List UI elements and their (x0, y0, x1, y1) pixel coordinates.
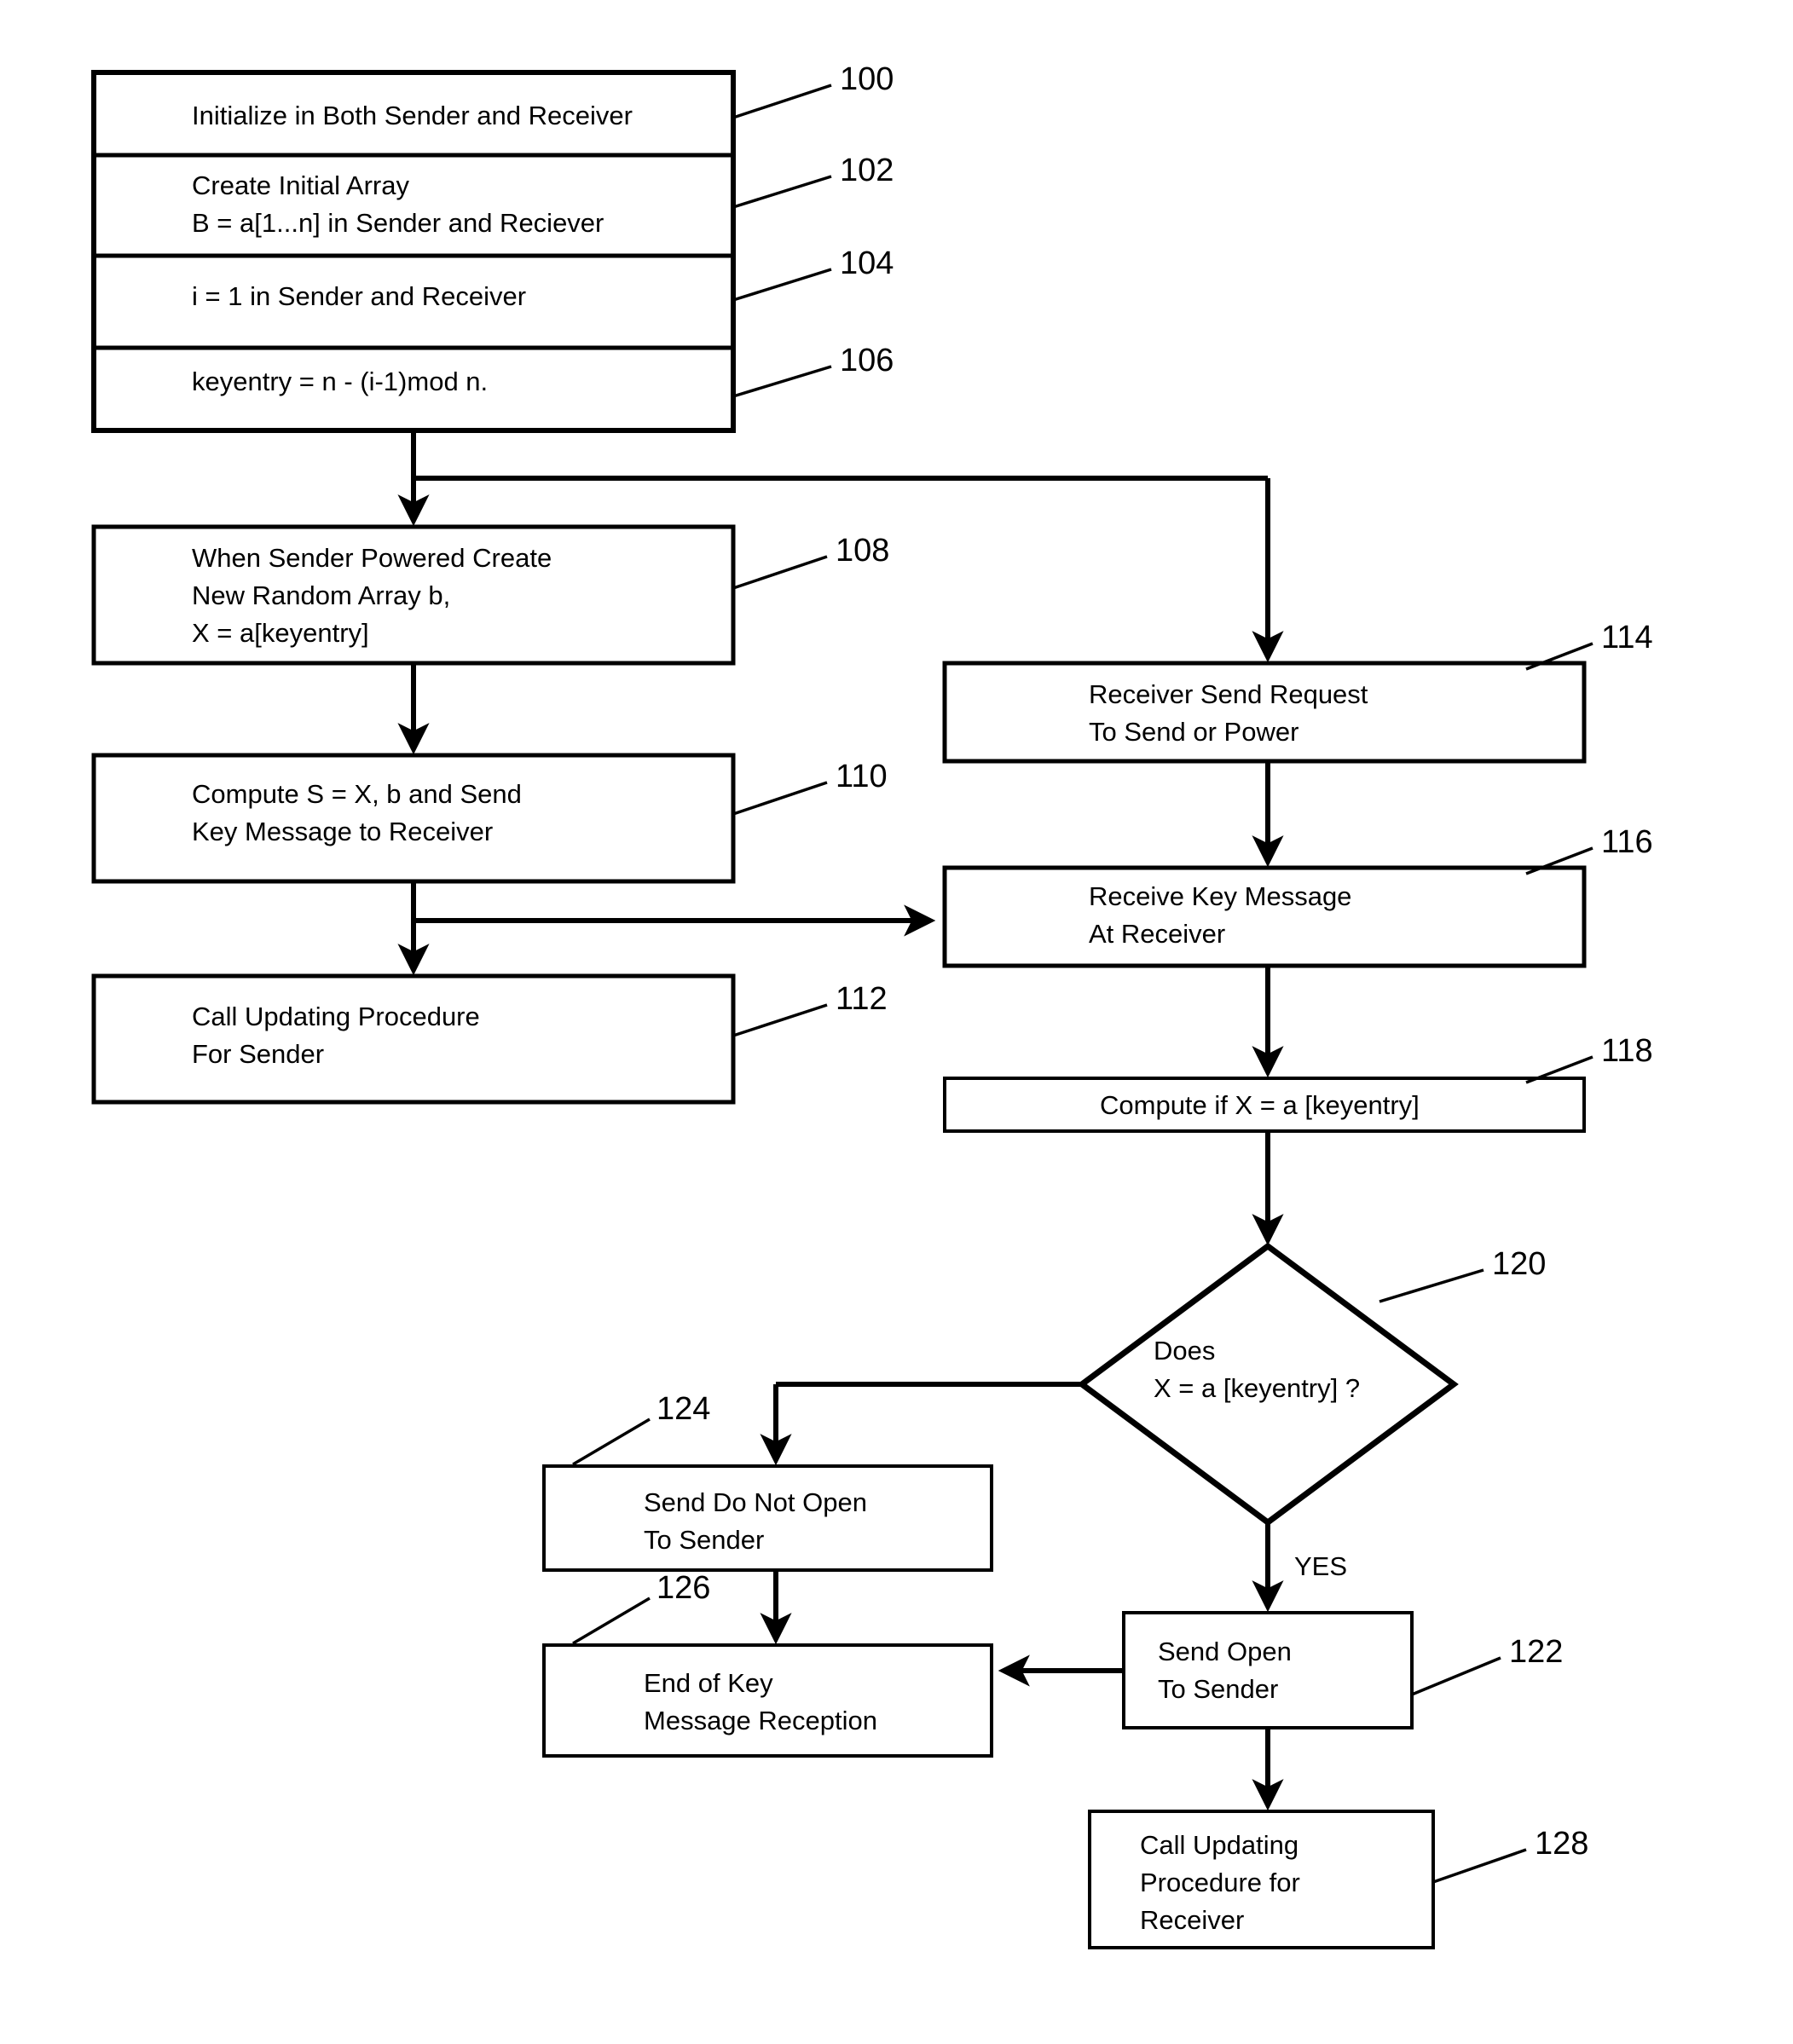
node-128-label-line1: Call Updating (1140, 1830, 1298, 1860)
node-106-label-line1: keyentry = n - (i-1)mod n. (192, 367, 488, 396)
node-120-label-line2: X = a [keyentry] ? (1154, 1373, 1360, 1403)
node-116-label-line1: Receive Key Message (1089, 881, 1351, 911)
node-110-label-line2: Key Message to Receiver (192, 817, 493, 846)
node-104-label-line1: i = 1 in Sender and Receiver (192, 281, 526, 311)
ref-number-126: 126 (656, 1570, 710, 1606)
lead-line-126 (572, 1597, 651, 1645)
lead-line-122 (1411, 1656, 1501, 1696)
node-124[interactable]: Send Do Not Open To Sender (542, 1464, 993, 1572)
node-114[interactable]: Receiver Send Request To Send or Power (942, 661, 1587, 764)
node-102-label-line1: Create Initial Array (192, 170, 409, 200)
lead-line-106 (732, 365, 832, 398)
ref-number-106: 106 (840, 343, 894, 378)
node-112-box (91, 973, 736, 1105)
ref-callout-116: 116 (1525, 824, 1653, 875)
node-126-label-line1: End of Key (644, 1668, 773, 1698)
node-120-label-line1: Does (1154, 1336, 1215, 1366)
node-116-label-line2: At Receiver (1089, 919, 1225, 949)
lead-line-112 (732, 1003, 828, 1037)
node-104[interactable]: i = 1 in Sender and Receiver (94, 281, 733, 350)
edge-label-yes: YES (1294, 1551, 1347, 1581)
ref-callouts-init: 100 102 104 106 (732, 61, 894, 398)
ref-number-100: 100 (840, 61, 894, 97)
lead-line-102 (732, 175, 832, 209)
node-128-label-line2: Procedure for (1140, 1868, 1300, 1897)
lead-line-124 (572, 1418, 651, 1466)
node-110[interactable]: Compute S = X, b and Send Key Message to… (91, 753, 736, 884)
ref-number-120: 120 (1492, 1246, 1546, 1282)
node-128[interactable]: Call Updating Procedure for Receiver (1088, 1810, 1435, 1949)
node-102-label-line2: B = a[1...n] in Sender and Reciever (192, 208, 604, 238)
ref-callout-110: 110 (732, 759, 888, 816)
node-128-label-line3: Receiver (1140, 1905, 1244, 1935)
ref-callout-114: 114 (1525, 620, 1653, 671)
ref-number-128: 128 (1535, 1826, 1588, 1862)
edge-120-to-124 (760, 1382, 1082, 1466)
flowchart-canvas: Initialize in Both Sender and Receiver C… (0, 0, 1793, 2044)
node-122-label-line1: Send Open (1158, 1637, 1292, 1666)
node-106[interactable]: keyentry = n - (i-1)mod n. (192, 367, 488, 396)
init-group: Initialize in Both Sender and Receiver C… (91, 70, 736, 433)
node-126[interactable]: End of Key Message Reception (542, 1643, 993, 1758)
node-116[interactable]: Receive Key Message At Receiver (942, 865, 1587, 968)
edge-110-to-112-and-116 (397, 881, 936, 976)
ref-callout-108: 108 (732, 533, 889, 590)
lead-line-120 (1379, 1268, 1484, 1303)
ref-number-104: 104 (840, 245, 894, 281)
ref-callout-122: 122 (1411, 1634, 1563, 1696)
node-124-box (542, 1464, 993, 1572)
node-112-label-line1: Call Updating Procedure (192, 1002, 480, 1031)
node-108-label-line2: New Random Array b, (192, 580, 450, 610)
ref-callout-128: 128 (1432, 1826, 1588, 1884)
ref-callout-126: 126 (572, 1570, 710, 1645)
node-120[interactable]: Does X = a [keyentry] ? (1077, 1242, 1459, 1527)
flowchart-svg: Initialize in Both Sender and Receiver C… (91, 61, 1653, 1949)
node-100[interactable]: Initialize in Both Sender and Receiver (94, 101, 733, 158)
ref-callout-118: 118 (1525, 1033, 1653, 1084)
ref-number-110: 110 (836, 759, 888, 794)
node-108[interactable]: When Sender Powered Create New Random Ar… (91, 524, 736, 666)
node-110-label-line1: Compute S = X, b and Send (192, 779, 522, 809)
node-122-box (1122, 1611, 1414, 1729)
node-108-label-line1: When Sender Powered Create (192, 543, 552, 573)
node-118-label-line1: Compute if X = a [keyentry] (1100, 1090, 1420, 1120)
node-126-label-line2: Message Reception (644, 1706, 877, 1735)
node-124-label-line1: Send Do Not Open (644, 1487, 867, 1517)
ref-number-112: 112 (836, 981, 888, 1017)
ref-callout-120: 120 (1379, 1246, 1546, 1303)
ref-number-118: 118 (1601, 1033, 1653, 1069)
lead-line-128 (1432, 1848, 1527, 1884)
edge-120-to-122: YES (1252, 1522, 1347, 1613)
ref-callout-124: 124 (572, 1391, 710, 1466)
node-108-label-line3: X = a[keyentry] (192, 618, 369, 648)
node-118[interactable]: Compute if X = a [keyentry] (943, 1077, 1586, 1133)
ref-callout-112: 112 (732, 981, 888, 1037)
ref-number-116: 116 (1601, 824, 1653, 860)
node-122-label-line2: To Sender (1158, 1674, 1278, 1704)
ref-number-122: 122 (1509, 1634, 1563, 1670)
node-100-label-line1: Initialize in Both Sender and Receiver (192, 101, 633, 130)
lead-line-104 (732, 268, 832, 302)
node-112-label-line2: For Sender (192, 1039, 324, 1069)
node-114-label-line2: To Send or Power (1089, 717, 1298, 747)
node-114-label-line1: Receiver Send Request (1089, 679, 1368, 709)
lead-line-110 (732, 781, 828, 816)
node-122[interactable]: Send Open To Sender (1122, 1611, 1414, 1729)
lead-line-108 (732, 555, 828, 590)
ref-number-114: 114 (1601, 620, 1653, 655)
node-124-label-line2: To Sender (644, 1525, 764, 1555)
ref-number-124: 124 (656, 1391, 710, 1427)
ref-number-108: 108 (836, 533, 889, 569)
lead-line-100 (732, 84, 832, 119)
node-126-box (542, 1643, 993, 1758)
node-102[interactable]: Create Initial Array B = a[1...n] in Sen… (94, 170, 733, 258)
ref-number-102: 102 (840, 153, 894, 188)
node-112[interactable]: Call Updating Procedure For Sender (91, 973, 736, 1105)
